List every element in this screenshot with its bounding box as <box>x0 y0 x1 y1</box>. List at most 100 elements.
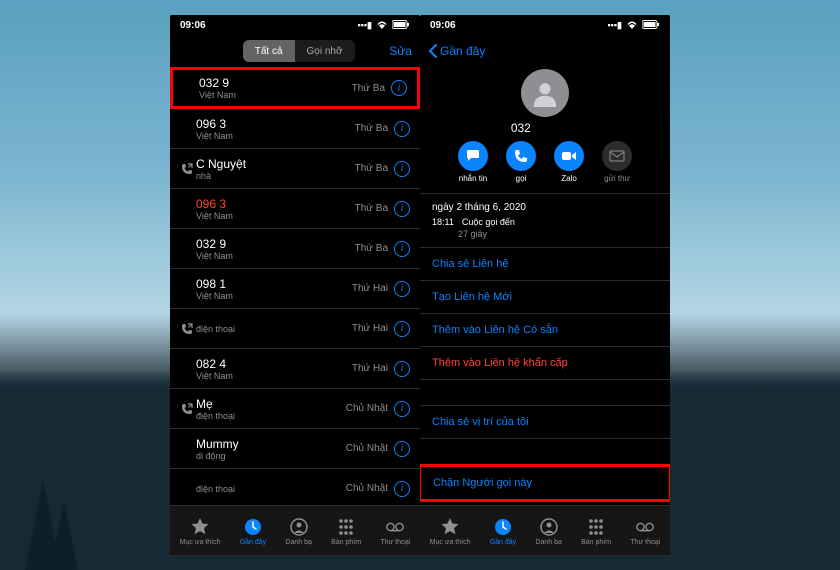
person-icon <box>539 517 559 537</box>
call-time: Chủ Nhật <box>346 443 388 454</box>
block-caller-link[interactable]: Chặn Người gọi này <box>420 464 670 502</box>
call-row[interactable]: Mummydi độngChủ Nhật i <box>170 429 420 469</box>
call-time: Thứ Ba <box>355 123 388 134</box>
outgoing-icon <box>178 323 196 335</box>
voicemail-icon <box>385 517 405 537</box>
call-row[interactable]: điện thoạiThứ Haii <box>170 309 420 349</box>
video-button[interactable]: Zalo <box>554 141 584 183</box>
wifi-icon <box>626 20 638 31</box>
share-location-link[interactable]: Chia sẻ vị trí của tôi <box>420 405 670 438</box>
call-sub: Việt Nam <box>199 90 352 100</box>
clock-icon <box>243 517 263 537</box>
call-row[interactable]: điện thoạiChủ Nhậti <box>170 469 420 505</box>
chevron-left-icon <box>428 44 438 58</box>
info-icon[interactable]: i <box>394 441 410 457</box>
mail-button: gửi thư <box>602 141 632 183</box>
message-icon <box>458 141 488 171</box>
call-button[interactable]: gọi <box>506 141 536 183</box>
call-row[interactable]: 098 1Việt NamThứ Haii <box>170 269 420 309</box>
share-contact-link[interactable]: Chia sẻ Liên hệ <box>420 247 670 280</box>
tab-recents[interactable]: Gần đây <box>240 517 266 546</box>
tab-keypad[interactable]: Bàn phím <box>331 517 361 546</box>
star-icon <box>190 517 210 537</box>
info-icon[interactable]: i <box>394 321 410 337</box>
back-button[interactable]: Gần đây <box>428 44 485 58</box>
nav-bar: Tất cả Gọi nhỡ Sửa <box>170 35 420 67</box>
call-sub: Việt Nam <box>196 291 352 301</box>
nav-bar: Gần đây <box>420 35 670 67</box>
call-time: Thứ Hai <box>352 323 388 334</box>
call-time: Thứ Ba <box>355 243 388 254</box>
emergency-contact-link[interactable]: Thêm vào Liên hệ khẩn cấp <box>420 346 670 379</box>
info-icon[interactable]: i <box>394 241 410 257</box>
call-row[interactable]: 096 3Việt NamThứ Bai <box>170 189 420 229</box>
contact-detail: 032 nhắn tin gọi Zalo gửi thư <box>420 67 670 505</box>
call-time: 18:11 <box>432 217 454 227</box>
keypad-icon <box>336 517 356 537</box>
person-icon <box>289 517 309 537</box>
call-sub: Việt Nam <box>196 131 355 141</box>
segmented-control[interactable]: Tất cả Gọi nhỡ <box>243 40 355 62</box>
outgoing-icon <box>178 163 196 175</box>
status-bar: 09:06 ▪▪▪▮ <box>420 15 670 35</box>
info-icon[interactable]: i <box>394 401 410 417</box>
segment-all[interactable]: Tất cả <box>243 40 295 62</box>
tab-voicemail[interactable]: Thư thoại <box>380 517 410 546</box>
call-time: Thứ Ba <box>355 163 388 174</box>
call-row[interactable]: 032 9Việt NamThứ Bai <box>170 229 420 269</box>
call-name: 096 3 <box>196 197 355 211</box>
info-icon[interactable]: i <box>394 361 410 377</box>
signal-icon: ▪▪▪▮ <box>607 20 622 31</box>
call-name: Mummy <box>196 437 346 451</box>
avatar <box>521 69 569 117</box>
call-sub: điện thoại <box>196 411 346 421</box>
info-icon[interactable]: i <box>391 80 407 96</box>
call-row[interactable]: 096 3Việt NamThứ Ba i <box>170 109 420 149</box>
tab-voicemail[interactable]: Thư thoại <box>630 517 660 546</box>
call-sub: di động <box>196 451 346 461</box>
info-icon[interactable]: i <box>394 281 410 297</box>
info-icon[interactable]: i <box>394 161 410 177</box>
call-row[interactable]: 032 9Việt NamThứ Ba i <box>170 67 420 109</box>
mail-icon <box>602 141 632 171</box>
status-time: 09:06 <box>430 20 456 31</box>
call-time: Thứ Ba <box>352 83 385 94</box>
info-icon[interactable]: i <box>394 201 410 217</box>
call-time: Chủ Nhật <box>346 403 388 414</box>
call-time: Thứ Hai <box>352 363 388 374</box>
call-name: 096 3 <box>196 117 355 131</box>
call-duration: 27 giây <box>458 229 658 239</box>
message-button[interactable]: nhắn tin <box>458 141 488 183</box>
call-sub: điện thoại <box>196 484 346 494</box>
tab-contacts[interactable]: Danh bạ <box>535 517 561 546</box>
keypad-icon <box>586 517 606 537</box>
outgoing-icon <box>178 403 196 415</box>
recents-list[interactable]: 032 9Việt NamThứ Bai096 3Việt NamThứ Bai… <box>170 67 420 505</box>
video-icon <box>554 141 584 171</box>
tab-favorites[interactable]: Mục ưa thích <box>180 517 221 546</box>
tab-favorites[interactable]: Mục ưa thích <box>430 517 471 546</box>
status-bar: 09:06 ▪▪▪▮ <box>170 15 420 35</box>
segment-missed[interactable]: Gọi nhỡ <box>295 40 355 62</box>
call-history-section: ngày 2 tháng 6, 2020 18:11 Cuộc gọi đến … <box>420 193 670 247</box>
star-icon <box>440 517 460 537</box>
call-row[interactable]: C NguyệtnhàThứ Bai <box>170 149 420 189</box>
call-name: 082 4 <box>196 357 352 371</box>
tab-contacts[interactable]: Danh bạ <box>285 517 311 546</box>
call-time: Thứ Ba <box>355 203 388 214</box>
call-row[interactable]: 082 4Việt NamThứ Hai i <box>170 349 420 389</box>
contact-number: 032 <box>420 121 670 135</box>
tab-keypad[interactable]: Bàn phím <box>581 517 611 546</box>
create-contact-link[interactable]: Tạo Liên hệ Mới <box>420 280 670 313</box>
info-icon[interactable]: i <box>394 481 410 497</box>
call-sub: nhà <box>196 171 355 181</box>
edit-button[interactable]: Sửa <box>389 44 412 58</box>
call-row[interactable]: Mẹđiện thoạiChủ Nhậti <box>170 389 420 429</box>
tab-recents[interactable]: Gần đây <box>490 517 516 546</box>
wifi-icon <box>376 20 388 31</box>
phone-recents-screen: 09:06 ▪▪▪▮ Tất cả Gọi nhỡ Sửa 032 9Việt … <box>170 15 420 555</box>
call-name: 032 9 <box>199 76 352 90</box>
add-contact-link[interactable]: Thêm vào Liên hệ Có sẵn <box>420 313 670 346</box>
call-sub: Việt Nam <box>196 371 352 381</box>
info-icon[interactable]: i <box>394 121 410 137</box>
